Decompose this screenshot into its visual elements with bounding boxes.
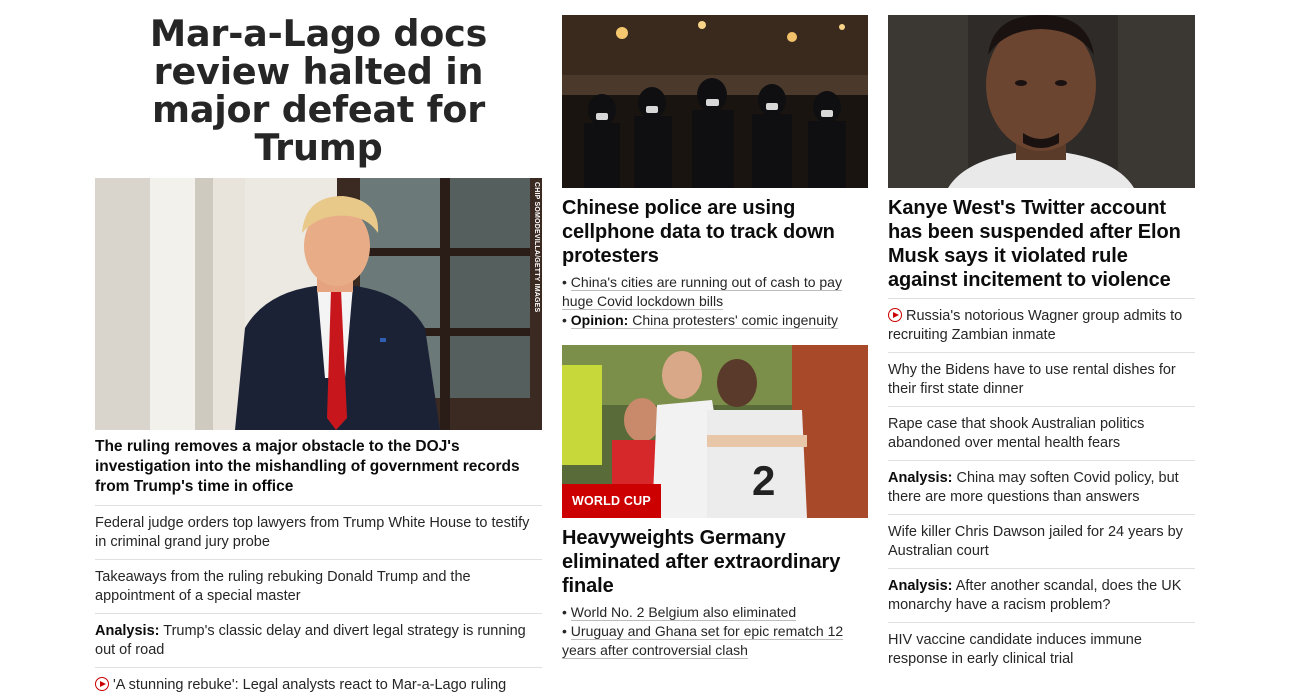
lead-headline[interactable]: Mar-a-Lago docs review halted in major d… [95, 15, 542, 167]
link-text: Takeaways from the ruling rebuking Donal… [95, 569, 471, 604]
worldcup-related-links: • World No. 2 Belgium also eliminated • … [562, 603, 868, 660]
right-link-6[interactable]: Analysis: After another scandal, does th… [888, 569, 1195, 623]
right-column: Kanye West's Twitter account has been su… [888, 0, 1195, 676]
right-link-5[interactable]: Wife killer Chris Dawson jailed for 24 y… [888, 515, 1195, 569]
play-video-icon [95, 677, 109, 691]
right-link-4[interactable]: Analysis: China may soften Covid policy,… [888, 461, 1195, 515]
right-link-7[interactable]: HIV vaccine candidate induces immune res… [888, 623, 1195, 676]
lead-link-2[interactable]: Takeaways from the ruling rebuking Donal… [95, 560, 542, 614]
lead-photo[interactable]: CHIP SOMODEVILLA/GETTY IMAGES [95, 178, 542, 430]
right-link-2[interactable]: Why the Bidens have to use rental dishes… [888, 353, 1195, 407]
opinion-label: Opinion: [570, 312, 629, 328]
link-text: HIV vaccine candidate induces immune res… [888, 632, 1142, 667]
svg-text:2: 2 [752, 457, 775, 504]
analysis-label: Analysis: [888, 470, 953, 486]
play-video-icon [888, 308, 902, 322]
photo-credit: CHIP SOMODEVILLA/GETTY IMAGES [533, 182, 540, 313]
link-text: Russia's notorious Wagner group admits t… [888, 308, 1183, 343]
china-headline[interactable]: Chinese police are using cellphone data … [562, 196, 868, 268]
lead-link-1[interactable]: Federal judge orders top lawyers from Tr… [95, 506, 542, 560]
link-text: Why the Bidens have to use rental dishes… [888, 362, 1176, 397]
link-text: China protesters' comic ingenuity [632, 312, 839, 328]
link-text: 'A stunning rebuke': Legal analysts reac… [113, 677, 507, 693]
right-link-1[interactable]: Russia's notorious Wagner group admits t… [888, 299, 1195, 353]
germany-headline[interactable]: Heavyweights Germany eliminated after ex… [562, 526, 868, 598]
lead-link-4[interactable]: 'A stunning rebuke': Legal analysts reac… [95, 668, 542, 699]
link-text: World No. 2 Belgium also eliminated [570, 604, 797, 621]
link-text: Rape case that shook Australian politics… [888, 416, 1145, 451]
link-text: Trump's classic delay and divert legal s… [95, 623, 526, 658]
kanye-photo[interactable] [888, 15, 1195, 188]
china-related-1[interactable]: • China's cities are running out of cash… [562, 273, 868, 311]
link-text: Wife killer Chris Dawson jailed for 24 y… [888, 524, 1183, 559]
link-text: China's cities are running out of cash t… [562, 274, 842, 310]
lead-link-3[interactable]: Analysis: Trump's classic delay and dive… [95, 614, 542, 668]
world-cup-badge[interactable]: WORLD CUP [562, 484, 661, 518]
right-link-3[interactable]: Rape case that shook Australian politics… [888, 407, 1195, 461]
kanye-headline[interactable]: Kanye West's Twitter account has been su… [888, 196, 1195, 292]
link-text: Federal judge orders top lawyers from Tr… [95, 515, 530, 550]
china-related-links: • China's cities are running out of cash… [562, 273, 868, 330]
portrait-illustration [888, 15, 1195, 188]
link-text: Uruguay and Ghana set for epic rematch 1… [562, 623, 844, 659]
worldcup-related-1[interactable]: • World No. 2 Belgium also eliminated [562, 603, 868, 622]
china-protest-photo[interactable] [562, 15, 868, 188]
middle-column: Chinese police are using cellphone data … [562, 0, 868, 660]
police-night-illustration [562, 15, 868, 188]
analysis-label: Analysis: [888, 578, 953, 594]
worldcup-related-2[interactable]: • Uruguay and Ghana set for epic rematch… [562, 622, 868, 660]
trump-photo-illustration [95, 178, 542, 430]
right-link-list: Russia's notorious Wagner group admits t… [888, 298, 1195, 676]
lead-story: Mar-a-Lago docs review halted in major d… [95, 0, 542, 699]
lead-summary[interactable]: The ruling removes a major obstacle to t… [95, 437, 542, 506]
china-related-2[interactable]: • Opinion: China protesters' comic ingen… [562, 311, 868, 330]
analysis-label: Analysis: [95, 623, 160, 639]
germany-photo[interactable]: 2 WORLD CUP [562, 345, 868, 518]
